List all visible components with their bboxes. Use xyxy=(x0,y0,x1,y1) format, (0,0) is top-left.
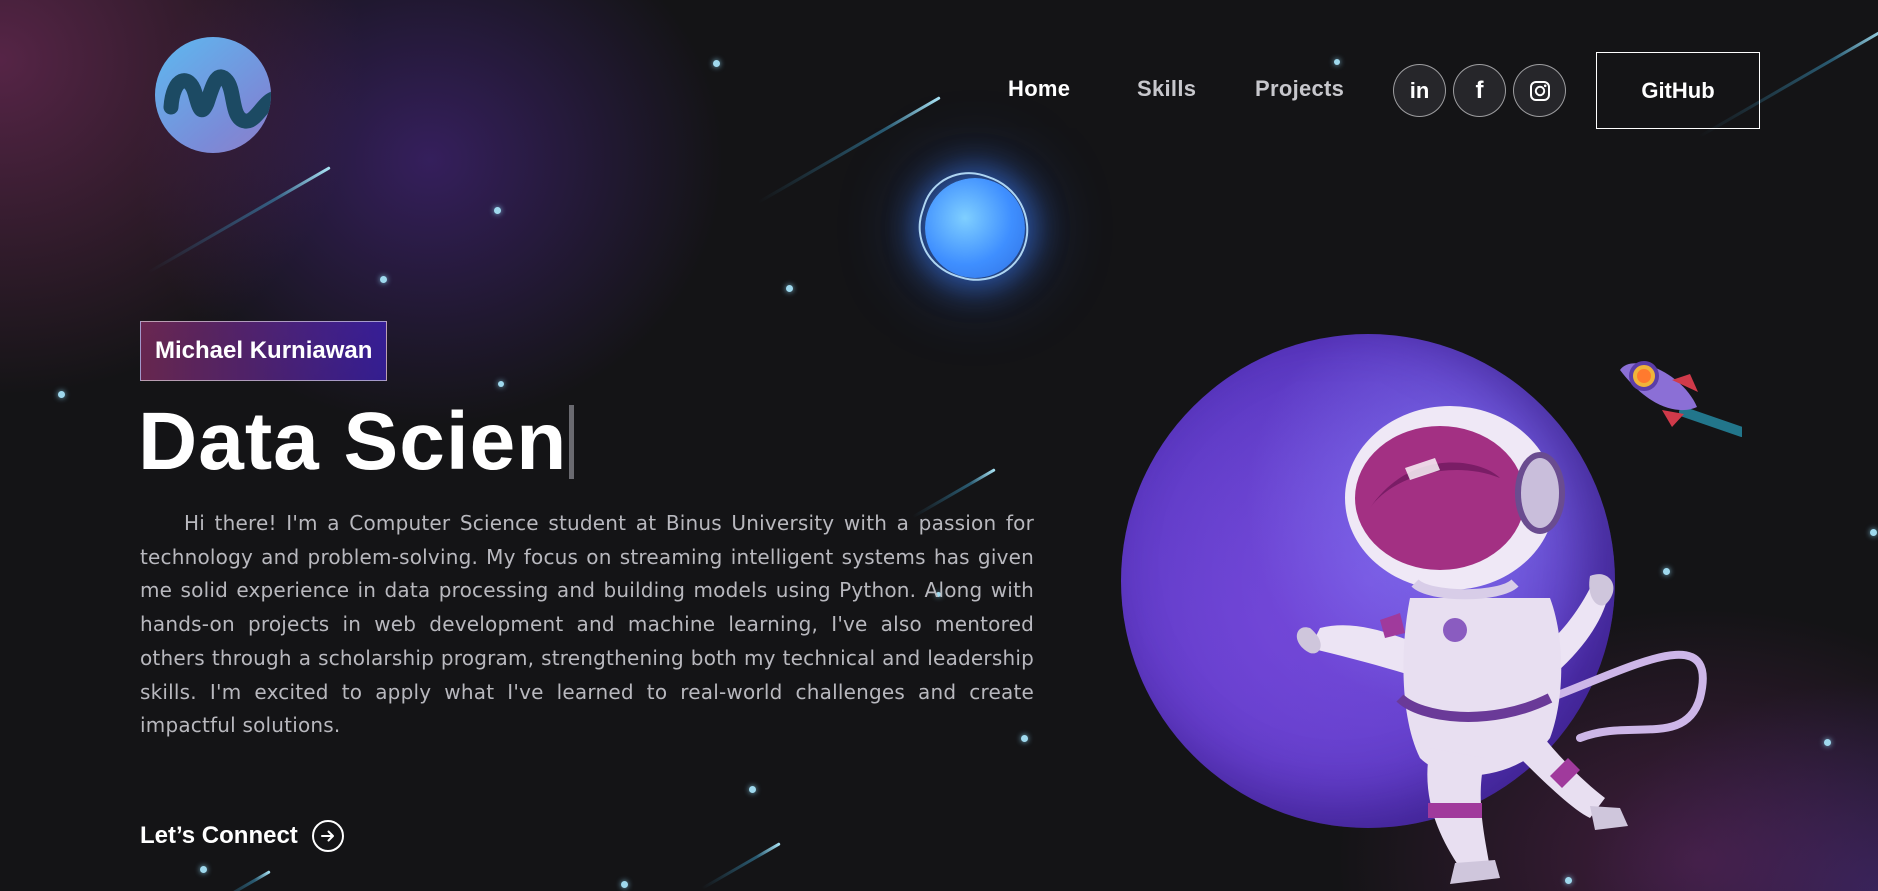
star xyxy=(58,391,65,398)
meteor xyxy=(701,842,781,890)
typing-cursor xyxy=(569,405,575,479)
bio-paragraph: Hi there! I'm a Computer Science student… xyxy=(140,511,1034,738)
navbar: Home Skills Projects in f GitHub xyxy=(0,0,1878,180)
github-button[interactable]: GitHub xyxy=(1596,52,1760,129)
glowing-orb-image xyxy=(905,159,1043,295)
instagram-icon xyxy=(1529,80,1550,101)
rocket-illustration xyxy=(1620,361,1742,437)
linkedin-button[interactable]: in xyxy=(1393,64,1446,117)
logo-wave-icon xyxy=(163,69,271,129)
star xyxy=(621,881,628,888)
star xyxy=(200,866,207,873)
star xyxy=(786,285,793,292)
name-tag: Michael Kurniawan xyxy=(140,321,388,381)
arrow-right-circle-icon xyxy=(311,820,344,852)
instagram-button[interactable] xyxy=(1513,64,1566,117)
brand-logo[interactable] xyxy=(155,37,271,153)
star xyxy=(749,786,756,793)
linkedin-icon: in xyxy=(1409,77,1430,103)
meteor xyxy=(147,166,331,274)
meteor xyxy=(217,870,271,891)
facebook-button[interactable]: f xyxy=(1453,64,1506,117)
nav-link-projects[interactable]: Projects xyxy=(1255,76,1344,102)
star xyxy=(1870,529,1877,536)
star xyxy=(380,276,387,283)
headline-text: Data Scien xyxy=(138,396,568,487)
name-tag-text: Michael Kurniawan xyxy=(155,337,373,364)
lets-connect-button[interactable]: Let’s Connect xyxy=(140,820,344,852)
lets-connect-label: Let’s Connect xyxy=(140,822,298,849)
star xyxy=(1824,739,1831,746)
nav-link-home[interactable]: Home xyxy=(1008,76,1070,102)
nav-link-skills[interactable]: Skills xyxy=(1137,76,1196,102)
astronaut-illustration xyxy=(1296,406,1707,884)
hero-headline: Data Scien xyxy=(138,392,575,492)
star xyxy=(494,207,501,214)
facebook-icon: f xyxy=(1475,76,1484,104)
star xyxy=(498,381,504,387)
